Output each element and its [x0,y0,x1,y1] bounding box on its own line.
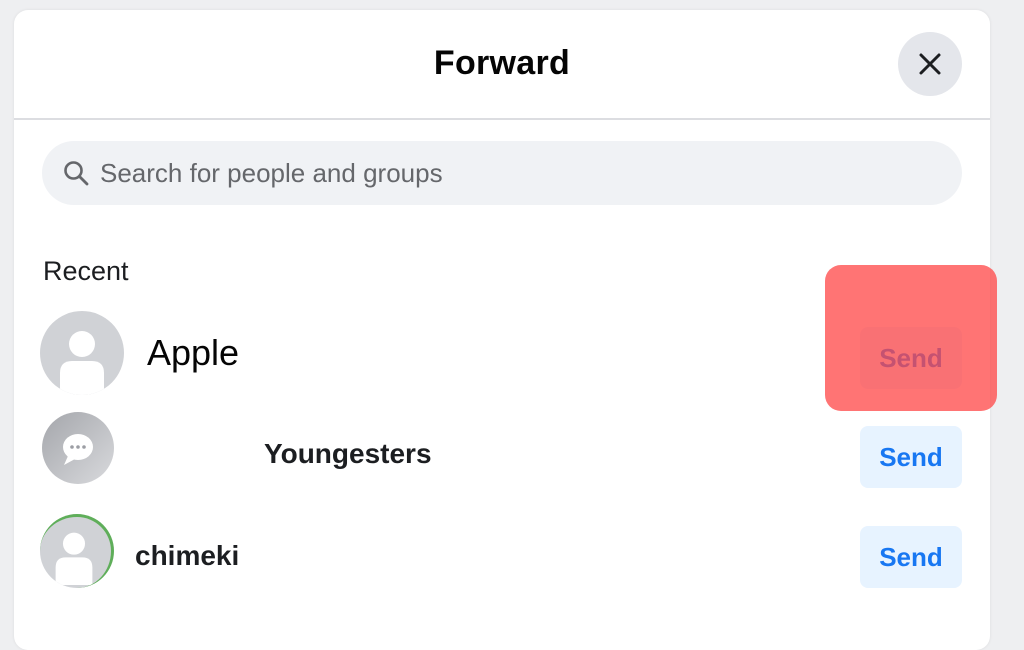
search-input[interactable] [100,141,940,205]
contact-name: Apple [147,332,240,373]
close-button[interactable] [898,32,962,96]
search-icon [64,161,89,186]
dialog-header: Forward [14,10,990,120]
contact-row-chimeki[interactable]: chimeki Send [14,510,990,600]
recent-section-label: Recent [43,256,129,286]
person-icon [60,331,104,395]
search-bar[interactable] [42,141,962,205]
avatar [40,311,124,395]
forward-dialog: Forward Recent Apple Send [14,10,990,650]
contact-name: chimeki [135,540,240,571]
avatar [40,514,114,588]
close-icon [919,53,941,75]
avatar [42,412,114,484]
dialog-title: Forward [433,44,571,82]
contact-row-youngesters[interactable]: Youngesters Send [14,408,990,498]
contact-row-apple[interactable]: Apple Send [14,305,990,395]
person-icon [55,532,93,585]
chat-bubble-icon [63,434,93,465]
contact-name: Youngesters [264,438,432,469]
send-button[interactable]: Send [860,327,962,389]
send-button[interactable]: Send [860,426,962,488]
send-button[interactable]: Send [860,526,962,588]
